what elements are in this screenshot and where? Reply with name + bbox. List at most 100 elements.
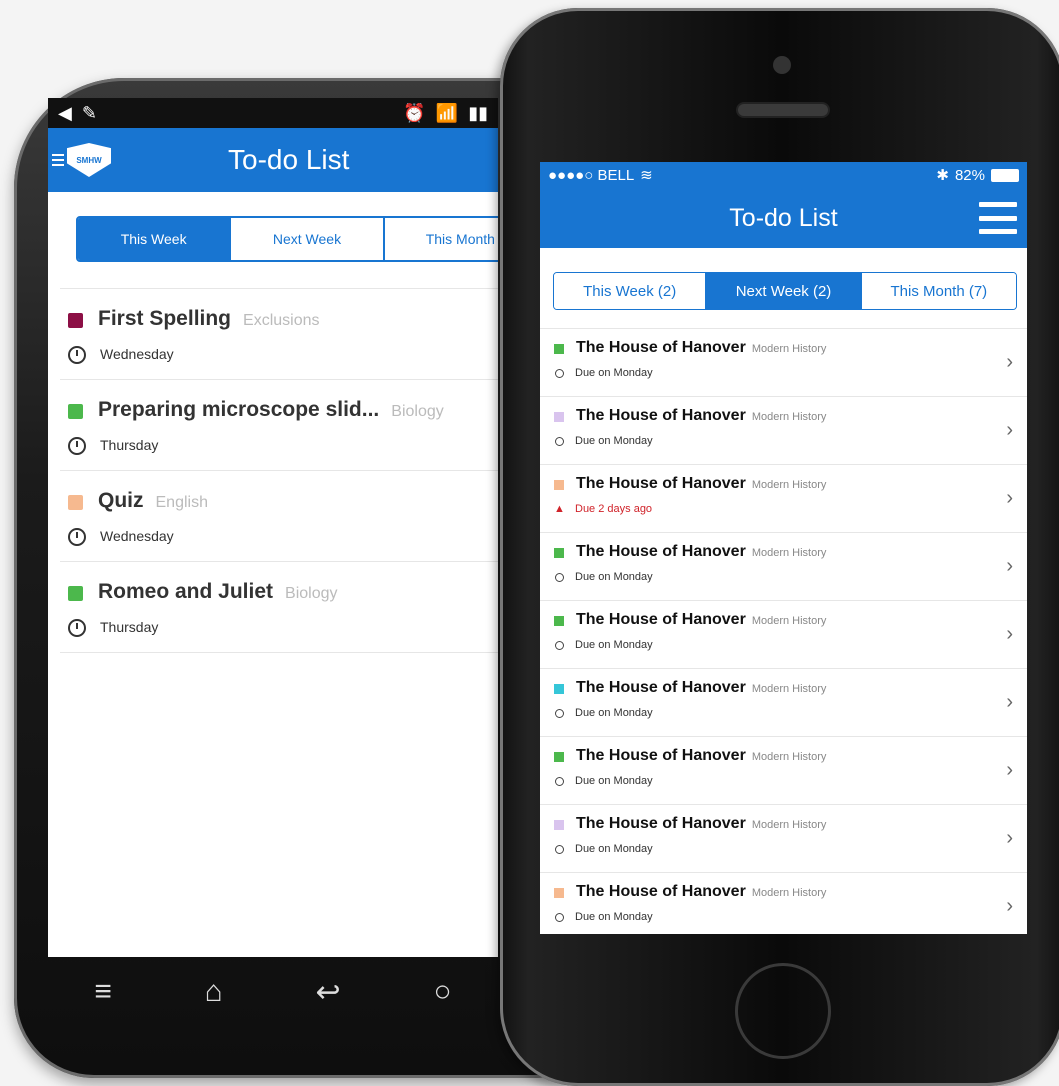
table-row[interactable]: The House of Hanover Modern History Due on… (540, 533, 1027, 601)
android-tab-bar: This Week Next Week This Month (76, 216, 498, 262)
chevron-right-icon: › (1006, 759, 1013, 781)
iphone-screen: ●●●●○ BELL ≋ ✱ 82% To-do List This Week … (540, 162, 1027, 934)
task-title: The House of Hanover Modern History (576, 543, 826, 561)
android-task-list: First Spelling Exclusions Wednesday Prepari… (48, 288, 498, 653)
task-title-text: Quiz (98, 489, 144, 512)
android-app-bar: SMHW To-do List (48, 128, 498, 192)
clock-icon (555, 709, 564, 718)
task-due: Due on Monday (575, 707, 653, 719)
chevron-right-icon: › (1006, 827, 1013, 849)
warning-icon: ▲ (554, 503, 565, 515)
table-row[interactable]: The House of Hanover Modern History Due on… (540, 737, 1027, 805)
tab-this-week[interactable]: This Week (2) (554, 273, 707, 309)
clock-icon (555, 913, 564, 922)
clock-icon (555, 369, 564, 378)
earpiece-speaker (738, 104, 828, 116)
search-icon[interactable]: ○ (433, 975, 451, 1009)
tab-this-month[interactable]: This Month (7) (861, 273, 1016, 309)
ios-task-list: The House of Hanover Modern History Due on… (540, 328, 1027, 934)
task-title-text: The House of Hanover (576, 883, 746, 900)
clock-icon (555, 777, 564, 786)
hamburger-menu-icon[interactable] (979, 202, 1017, 234)
list-item[interactable]: Romeo and Juliet Biology Thursday (60, 561, 498, 653)
task-due: Due on Monday (575, 571, 653, 583)
task-title: First Spelling Exclusions (98, 307, 320, 331)
task-subject: Modern History (751, 411, 827, 423)
subject-color-swatch (554, 820, 564, 830)
task-subject: Modern History (751, 615, 827, 627)
menu-icon[interactable]: ≡ (94, 975, 112, 1009)
subject-color-swatch (554, 752, 564, 762)
clock-icon (555, 641, 564, 650)
ios-nav-bar: To-do List (540, 188, 1027, 248)
table-row[interactable]: The House of Hanover Modern History Due on… (540, 805, 1027, 873)
ios-status-bar: ●●●●○ BELL ≋ ✱ 82% (540, 162, 1027, 188)
list-item[interactable]: Preparing microscope slid... Biology Thurs… (60, 379, 498, 470)
task-subject: Modern History (751, 751, 827, 763)
tab-this-month[interactable]: This Month (384, 218, 498, 260)
subject-color-swatch (68, 586, 83, 601)
task-title: Romeo and Juliet Biology (98, 580, 338, 604)
task-title: The House of Hanover Modern History (576, 475, 826, 493)
subject-color-swatch (68, 404, 83, 419)
bluetooth-icon: ✱ (936, 167, 949, 184)
task-due: Due on Monday (575, 435, 653, 447)
tab-next-week[interactable]: Next Week (2) (706, 273, 862, 309)
table-row[interactable]: The House of Hanover Modern History Due on… (540, 873, 1027, 934)
android-nav-bar: ≡ ⌂ ↩ ○ (48, 957, 498, 1027)
task-title-text: First Spelling (98, 307, 232, 330)
alarm-icon: ⏰ (403, 102, 426, 123)
task-title: Quiz English (98, 489, 208, 513)
task-due: Due on Monday (575, 367, 653, 379)
battery-percent: 82% (954, 166, 985, 184)
subject-color-swatch (554, 412, 564, 422)
task-title-text: The House of Hanover (576, 339, 746, 356)
back-icon[interactable]: ↩ (316, 975, 341, 1010)
chevron-right-icon: › (1006, 895, 1013, 917)
clock-icon (68, 528, 86, 546)
table-row[interactable]: The House of Hanover Modern History Due on… (540, 397, 1027, 465)
table-row[interactable]: The House of Hanover Modern History Due on… (540, 601, 1027, 669)
task-due: Wednesday (100, 528, 174, 544)
app-logo: SMHW (67, 143, 111, 177)
clock-icon (68, 346, 86, 364)
list-item[interactable]: Quiz English Wednesday (60, 470, 498, 561)
edit-notification-icon: ✎ (81, 102, 97, 123)
android-screen: ◀ ✎ ⏰ 📶 ▮▮ SMHW To-do List This Week Nex… (48, 98, 498, 957)
task-subject: Modern History (751, 887, 827, 899)
task-title: Preparing microscope slid... Biology (98, 398, 444, 422)
chevron-right-icon: › (1006, 419, 1013, 441)
ios-segmented-control: This Week (2) Next Week (2) This Month (… (553, 272, 1017, 310)
task-subject: Modern History (751, 343, 827, 355)
task-title-text: The House of Hanover (576, 679, 746, 696)
battery-icon (991, 168, 1019, 182)
task-due: Due 2 days ago (575, 503, 653, 515)
chevron-right-icon: › (1006, 691, 1013, 713)
task-subject: Modern History (751, 683, 827, 695)
menu-logo-button[interactable]: SMHW (52, 140, 118, 180)
front-camera (773, 56, 791, 74)
page-title: To-do List (729, 204, 838, 232)
task-title-text: The House of Hanover (576, 543, 746, 560)
table-row[interactable]: The House of Hanover Modern History ▲ Due 2… (540, 465, 1027, 533)
subject-color-swatch (68, 313, 83, 328)
clock-icon (555, 437, 564, 446)
home-button[interactable] (735, 963, 831, 1059)
home-icon[interactable]: ⌂ (205, 975, 223, 1009)
task-subject: Exclusions (243, 312, 320, 329)
tab-next-week[interactable]: Next Week (231, 218, 385, 260)
task-title: The House of Hanover Modern History (576, 747, 826, 765)
back-notification-icon: ◀ (58, 102, 72, 123)
chevron-right-icon: › (1006, 555, 1013, 577)
battery-icon: ▮▮ (468, 102, 488, 123)
table-row[interactable]: The House of Hanover Modern History Due on… (540, 329, 1027, 397)
task-due: Thursday (100, 437, 159, 453)
task-subject: Modern History (751, 479, 827, 491)
clock-icon (68, 437, 86, 455)
list-item[interactable]: First Spelling Exclusions Wednesday (60, 288, 498, 379)
clock-icon (555, 573, 564, 582)
wifi-icon: ≋ (640, 167, 653, 184)
table-row[interactable]: The House of Hanover Modern History Due on… (540, 669, 1027, 737)
task-title-text: The House of Hanover (576, 611, 746, 628)
tab-this-week[interactable]: This Week (78, 218, 232, 260)
